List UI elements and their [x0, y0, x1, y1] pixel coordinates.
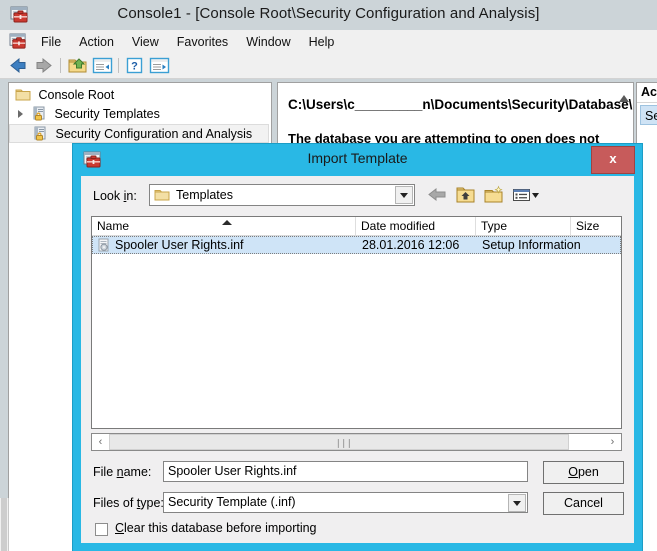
window-titlebar: Console1 - [Console Root\Security Config…	[0, 0, 657, 30]
file-name-input[interactable]: Spooler User Rights.inf	[163, 461, 528, 482]
dialog-title: Import Template	[307, 150, 408, 166]
menu-bar: File Action View Favorites Window Help	[0, 30, 657, 54]
folder-icon	[154, 188, 170, 202]
clear-database-checkbox-label[interactable]: Clear this database before importing	[115, 521, 317, 535]
tree-item-console-root[interactable]: Console Root	[9, 86, 271, 105]
files-of-type-value: Security Template (.inf)	[168, 495, 296, 509]
toolbar-separator	[118, 58, 119, 73]
menu-item-action[interactable]: Action	[70, 33, 123, 51]
menu-item-window[interactable]: Window	[237, 33, 299, 51]
dialog-body: Look in: Templates Name Date modified Ty…	[81, 176, 634, 543]
files-of-type-combobox[interactable]: Security Template (.inf)	[163, 492, 528, 513]
tree-item-security-templates[interactable]: Security Templates	[9, 105, 271, 124]
file-type-cell: Setup Information	[482, 238, 581, 252]
forward-button[interactable]	[33, 56, 54, 75]
file-name-label: File name:	[93, 465, 152, 479]
window-title: Console1 - [Console Root\Security Config…	[117, 5, 540, 22]
file-list-horizontal-scrollbar[interactable]: ‹ ∣∣∣ ›	[91, 433, 622, 451]
inf-file-icon	[97, 238, 111, 252]
look-in-label: Look in:	[93, 189, 137, 203]
files-of-type-label: Files of type:	[93, 496, 164, 510]
file-name-cell: Spooler User Rights.inf	[115, 238, 244, 252]
actions-pane-item[interactable]: Se	[640, 105, 657, 125]
new-folder-button[interactable]	[483, 184, 505, 205]
window-vertical-scrollbar[interactable]	[0, 498, 9, 551]
chevron-down-icon[interactable]	[508, 494, 526, 512]
scrollbar-track[interactable]: ∣∣∣	[109, 434, 579, 450]
file-date-cell: 28.01.2016 12:06	[362, 238, 460, 252]
clear-database-checkbox[interactable]	[95, 523, 108, 536]
scrollbar-thumb[interactable]	[1, 498, 7, 551]
security-template-icon	[32, 126, 48, 141]
database-path-text: C:\Users\c_________n\Documents\Security\…	[288, 97, 634, 112]
chevron-down-icon[interactable]	[395, 186, 413, 204]
open-button[interactable]: Open	[543, 461, 624, 484]
actions-pane-header: Act	[637, 83, 657, 103]
show-hide-action-pane-button[interactable]	[149, 56, 170, 75]
security-template-icon	[31, 106, 47, 121]
views-button[interactable]	[511, 184, 541, 205]
tree-item-label: Console Root	[38, 88, 115, 102]
sort-ascending-icon	[222, 220, 232, 225]
column-header-name[interactable]: Name	[92, 217, 356, 235]
look-in-combobox[interactable]: Templates	[149, 184, 415, 206]
mmc-console-icon	[9, 33, 28, 50]
menu-item-favorites[interactable]: Favorites	[168, 33, 237, 51]
dialog-titlebar[interactable]: Import Template x	[73, 144, 642, 176]
column-header-type[interactable]: Type	[476, 217, 571, 235]
help-button[interactable]: ?	[124, 56, 145, 75]
import-template-dialog: Import Template x Look in: Templates Nam…	[73, 144, 642, 551]
scroll-left-icon[interactable]: ‹	[92, 434, 109, 450]
cancel-button[interactable]: Cancel	[543, 492, 624, 515]
back-button[interactable]	[8, 56, 29, 75]
table-row[interactable]: Spooler User Rights.inf 28.01.2016 12:06…	[92, 236, 621, 254]
scrollbar-thumb[interactable]: ∣∣∣	[109, 434, 569, 450]
tree-item-label: Security Configuration and Analysis	[55, 127, 253, 141]
show-hide-console-tree-button[interactable]	[92, 56, 113, 75]
menu-item-view[interactable]: View	[123, 33, 168, 51]
tree-item-label: Security Templates	[54, 107, 160, 121]
close-icon[interactable]: x	[591, 146, 635, 174]
menu-item-file[interactable]: File	[32, 33, 70, 51]
scroll-right-icon[interactable]: ›	[604, 434, 621, 450]
svg-text:?: ?	[131, 61, 138, 73]
chevron-up-icon[interactable]	[619, 95, 629, 102]
mmc-console-window: Console1 - [Console Root\Security Config…	[0, 0, 657, 551]
column-header-size[interactable]: Size	[571, 217, 621, 235]
toolbar: ?	[0, 53, 657, 79]
chevron-right-icon[interactable]	[18, 110, 23, 118]
folder-icon	[15, 87, 31, 102]
menu-item-help[interactable]: Help	[300, 33, 344, 51]
back-nav-button[interactable]	[427, 184, 449, 205]
tree-item-security-configuration-and-analysis[interactable]: Security Configuration and Analysis	[9, 124, 269, 143]
scrollbar-grip: ∣∣∣	[336, 438, 353, 448]
file-list-header: Name Date modified Type Size	[92, 217, 621, 236]
column-header-date-modified[interactable]: Date modified	[356, 217, 476, 235]
up-one-level-button[interactable]	[455, 184, 477, 205]
toolbar-separator	[60, 58, 61, 73]
up-one-level-button[interactable]	[67, 56, 88, 75]
look-in-value: Templates	[176, 188, 233, 202]
file-list[interactable]: Name Date modified Type Size Spooler Use…	[91, 216, 622, 429]
